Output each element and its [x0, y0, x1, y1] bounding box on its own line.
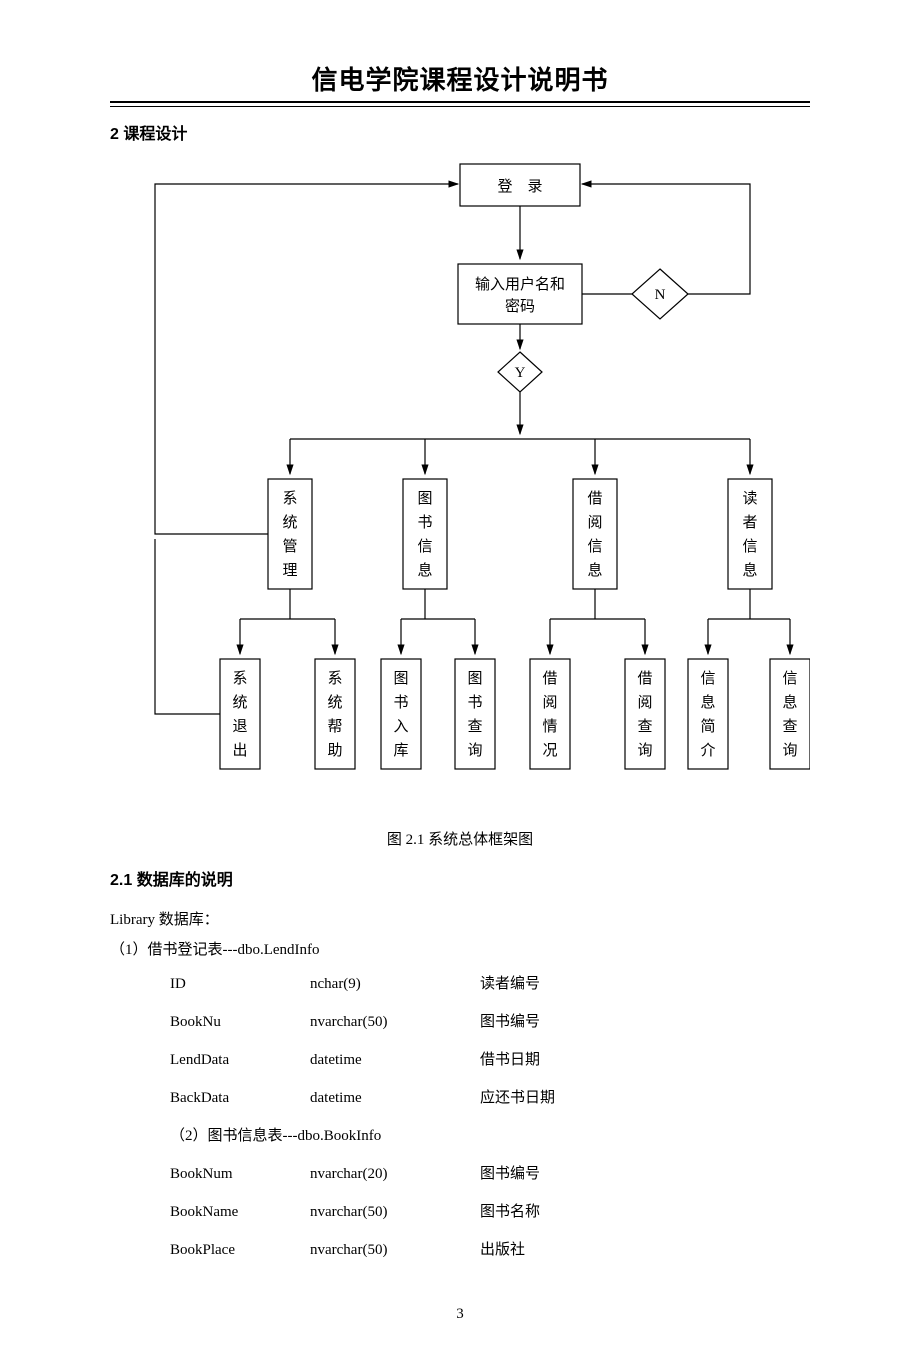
page: 信电学院课程设计说明书 2 课程设计 .box { fill:#fff; str…: [0, 0, 920, 1369]
svg-text:管: 管: [282, 538, 297, 555]
svg-text:系: 系: [327, 670, 342, 687]
desc-cell: 应还书日期: [480, 1079, 620, 1117]
svg-text:询: 询: [467, 742, 482, 759]
svg-text:统: 统: [282, 514, 297, 531]
type-cell: nchar(9): [310, 965, 480, 1003]
svg-text:查: 查: [467, 718, 482, 735]
field-cell: ID: [170, 965, 310, 1003]
svg-text:帮: 帮: [327, 718, 342, 735]
svg-text:入: 入: [393, 719, 408, 735]
svg-text:系: 系: [282, 490, 297, 507]
svg-text:简: 简: [700, 718, 715, 735]
desc-cell: 出版社: [480, 1231, 620, 1269]
table-row: LendData datetime 借书日期: [170, 1041, 620, 1079]
svg-text:询: 询: [637, 742, 652, 759]
table2-title: （2）图书信息表---dbo.BookInfo: [170, 1117, 620, 1155]
svg-text:库: 库: [393, 742, 408, 759]
table1-title: （1）借书登记表---dbo.LendInfo: [110, 935, 810, 965]
svg-text:图: 图: [417, 490, 432, 507]
field-cell: BookNum: [170, 1155, 310, 1193]
svg-text:信: 信: [700, 670, 715, 687]
table-row: BackData datetime 应还书日期: [170, 1079, 620, 1117]
db-intro: Library 数据库：: [110, 905, 810, 935]
svg-text:书: 书: [393, 694, 408, 711]
content-area: 2 课程设计 .box { fill:#fff; stroke:#000; st…: [110, 119, 810, 1329]
svg-text:借: 借: [637, 670, 652, 687]
svg-text:统: 统: [232, 694, 247, 711]
flowchart: .box { fill:#fff; stroke:#000; stroke-wi…: [110, 159, 810, 811]
svg-text:图: 图: [393, 670, 408, 687]
svg-text:息: 息: [587, 562, 602, 579]
desc-cell: 借书日期: [480, 1041, 620, 1079]
svg-text:息: 息: [742, 562, 757, 579]
page-title: 信电学院课程设计说明书: [0, 0, 920, 97]
svg-text:阅: 阅: [542, 694, 557, 711]
field-cell: BackData: [170, 1079, 310, 1117]
svg-text:者: 者: [742, 514, 757, 531]
svg-text:查: 查: [782, 718, 797, 735]
svg-text:借: 借: [542, 670, 557, 687]
svg-text:信: 信: [587, 538, 602, 555]
table-row: BookNum nvarchar(20) 图书编号: [170, 1155, 620, 1193]
svg-text:信: 信: [417, 538, 432, 555]
section-2-1-heading: 2.1 数据库的说明: [110, 865, 810, 897]
field-cell: BookName: [170, 1193, 310, 1231]
svg-text:询: 询: [782, 742, 797, 759]
svg-text:况: 况: [542, 742, 557, 759]
svg-text:阅: 阅: [637, 694, 652, 711]
table-row: BookNu nvarchar(50) 图书编号: [170, 1003, 620, 1041]
type-cell: nvarchar(20): [310, 1155, 480, 1193]
node-input-line1: 输入用户名和: [475, 276, 565, 293]
node-decide-n: N: [655, 287, 666, 303]
table2-title-row: （2）图书信息表---dbo.BookInfo: [170, 1117, 620, 1155]
svg-text:情: 情: [542, 718, 557, 735]
node-login: 登 录: [497, 178, 542, 195]
desc-cell: 图书编号: [480, 1003, 620, 1041]
svg-text:介: 介: [700, 742, 715, 759]
svg-text:书: 书: [467, 694, 482, 711]
svg-text:阅: 阅: [587, 514, 602, 531]
field-cell: LendData: [170, 1041, 310, 1079]
type-cell: datetime: [310, 1041, 480, 1079]
svg-text:查: 查: [637, 718, 652, 735]
desc-cell: 读者编号: [480, 965, 620, 1003]
svg-text:书: 书: [417, 514, 432, 531]
page-number: 3: [110, 1299, 810, 1329]
node-decide-y: Y: [515, 365, 526, 381]
svg-text:读: 读: [742, 490, 757, 507]
svg-text:息: 息: [417, 562, 432, 579]
svg-text:系: 系: [232, 670, 247, 687]
type-cell: datetime: [310, 1079, 480, 1117]
svg-text:出: 出: [232, 742, 247, 759]
field-cell: BookPlace: [170, 1231, 310, 1269]
svg-text:借: 借: [587, 490, 602, 507]
title-underline: [110, 101, 810, 107]
figure-caption: 图 2.1 系统总体框架图: [110, 825, 810, 855]
table-row: BookName nvarchar(50) 图书名称: [170, 1193, 620, 1231]
svg-text:助: 助: [327, 742, 342, 759]
svg-text:信: 信: [782, 670, 797, 687]
svg-text:息: 息: [782, 694, 797, 711]
type-cell: nvarchar(50): [310, 1231, 480, 1269]
field-cell: BookNu: [170, 1003, 310, 1041]
svg-text:息: 息: [700, 694, 715, 711]
svg-text:图: 图: [467, 670, 482, 687]
svg-text:信: 信: [742, 538, 757, 555]
desc-cell: 图书编号: [480, 1155, 620, 1193]
type-cell: nvarchar(50): [310, 1003, 480, 1041]
desc-cell: 图书名称: [480, 1193, 620, 1231]
svg-text:统: 统: [327, 694, 342, 711]
section-2-heading: 2 课程设计: [110, 119, 810, 151]
svg-text:退: 退: [232, 718, 247, 735]
table-row: BookPlace nvarchar(50) 出版社: [170, 1231, 620, 1269]
svg-text:理: 理: [282, 563, 297, 579]
db-table-1: ID nchar(9) 读者编号 BookNu nvarchar(50) 图书编…: [170, 965, 620, 1269]
table-row: ID nchar(9) 读者编号: [170, 965, 620, 1003]
node-input-line2: 密码: [505, 298, 535, 315]
type-cell: nvarchar(50): [310, 1193, 480, 1231]
flowchart-svg: .box { fill:#fff; stroke:#000; stroke-wi…: [110, 159, 810, 799]
